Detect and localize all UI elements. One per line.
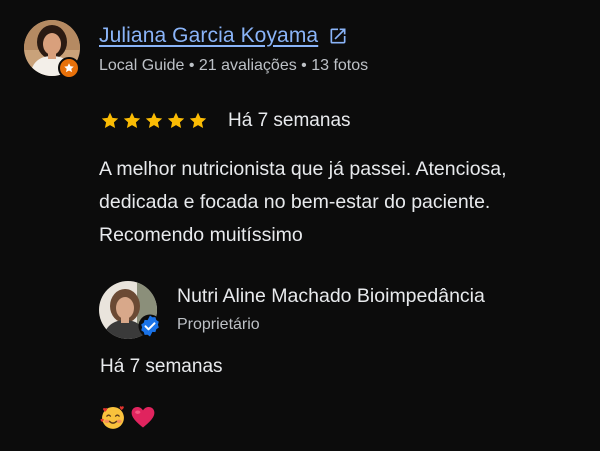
- star-icon: [101, 112, 119, 129]
- rating-row: Há 7 semanas: [100, 110, 351, 132]
- reviewer-name-row: Juliana Garcia Koyama: [99, 24, 348, 48]
- local-guide-badge-icon: [58, 57, 80, 79]
- star-icon: [167, 112, 185, 129]
- star-icon: [123, 112, 141, 129]
- reply-date: Há 7 semanas: [100, 356, 223, 377]
- reply-text: 🥰❤️: [99, 403, 157, 431]
- external-link-icon[interactable]: [328, 26, 348, 46]
- red-heart-icon: [131, 406, 155, 428]
- smiling-face-with-hearts-icon: [100, 406, 124, 429]
- owner-role: Proprietário: [177, 316, 260, 333]
- reviewer-meta: Local Guide • 21 avaliações • 13 fotos: [99, 57, 369, 74]
- reviewer-name-link[interactable]: Juliana Garcia Koyama: [99, 24, 318, 48]
- star-icon: [189, 112, 207, 129]
- star-rating: [100, 111, 208, 131]
- star-icon: [145, 112, 163, 129]
- review-card: Juliana Garcia Koyama Local Guide • 21 a…: [0, 0, 600, 451]
- owner-name: Nutri Aline Machado Bioimpedância: [177, 285, 485, 307]
- verified-check-icon: [138, 314, 162, 338]
- review-date: Há 7 semanas: [228, 110, 351, 131]
- review-text: A melhor nutricionista que já passei. At…: [99, 158, 507, 246]
